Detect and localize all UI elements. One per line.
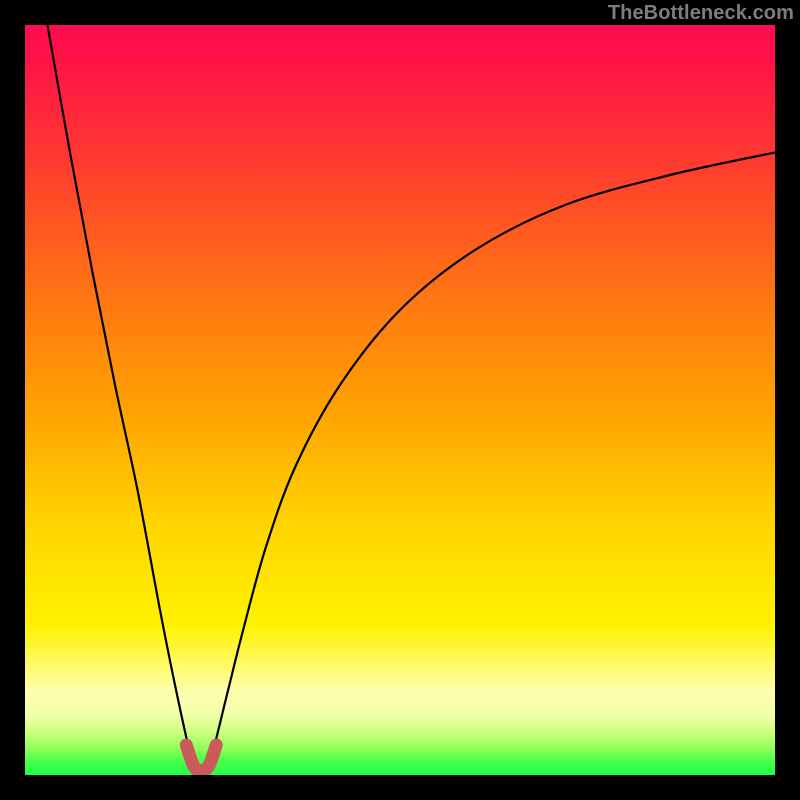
plot-area	[25, 25, 775, 775]
optimal-range-marker	[186, 745, 216, 771]
chart-frame: TheBottleneck.com	[0, 0, 800, 800]
curve-layer	[25, 25, 775, 775]
watermark-text: TheBottleneck.com	[608, 2, 794, 25]
bottleneck-curve	[48, 25, 776, 769]
